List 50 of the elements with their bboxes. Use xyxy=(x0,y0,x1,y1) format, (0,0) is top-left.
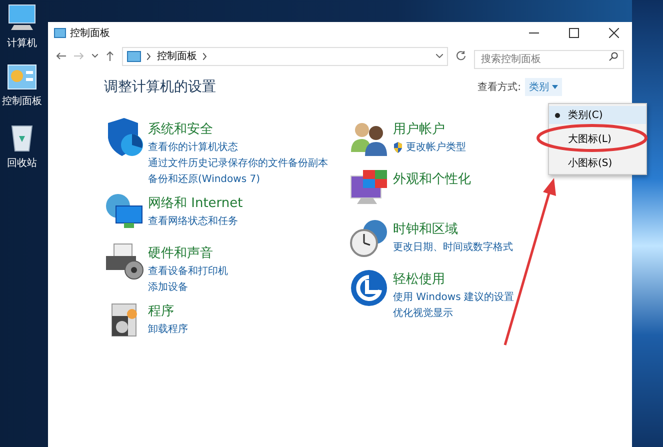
uac-shield-icon xyxy=(393,142,403,152)
chevron-icon xyxy=(147,52,151,60)
task-link[interactable]: 查看设备和打印机 xyxy=(148,264,349,278)
view-by-label: 查看方式: xyxy=(478,80,521,94)
up-arrow-icon[interactable] xyxy=(106,51,114,61)
clock-globe-icon xyxy=(349,218,389,258)
maximize-icon xyxy=(569,28,579,38)
task-link[interactable]: 通过文件历史记录保存你的文件备份副本 xyxy=(148,156,349,170)
task-link[interactable]: 卸载程序 xyxy=(148,322,349,336)
chevron-icon xyxy=(203,52,207,60)
desktop-icon-label[interactable]: 控制面板 xyxy=(2,94,42,108)
desktop-icon-label[interactable]: 回收站 xyxy=(7,156,37,170)
dropdown-caret-icon[interactable] xyxy=(436,54,443,58)
task-link[interactable]: 备份和还原(Windows 7) xyxy=(148,172,349,186)
category-title-link[interactable]: 网络和 Internet xyxy=(148,194,243,212)
menu-item[interactable]: 小图标(S) xyxy=(549,154,646,172)
control-panel-icon xyxy=(127,50,141,62)
category-title-link[interactable]: 硬件和声音 xyxy=(148,244,213,262)
task-link[interactable]: 使用 Windows 建议的设置 xyxy=(393,290,594,304)
control-panel-icon xyxy=(7,64,37,90)
category-title-link[interactable]: 系统和安全 xyxy=(148,120,213,138)
refresh-icon[interactable] xyxy=(456,51,466,61)
printer-icon xyxy=(104,242,144,282)
control-panel-icon xyxy=(54,28,66,38)
task-link[interactable]: 查看你的计算机状态 xyxy=(148,140,349,154)
menu-item[interactable]: 类别(C) xyxy=(549,106,646,124)
category-title-link[interactable]: 外观和个性化 xyxy=(393,170,471,188)
category-title-link[interactable]: 时钟和区域 xyxy=(393,220,458,238)
window-title: 控制面板 xyxy=(70,26,111,40)
task-link[interactable]: 优化视觉显示 xyxy=(393,306,594,320)
breadcrumb-item[interactable]: 控制面板 xyxy=(157,49,197,63)
task-link[interactable]: 查看网络状态和任务 xyxy=(148,214,349,228)
category-title-link[interactable]: 程序 xyxy=(148,302,174,320)
category-title-link[interactable]: 轻松使用 xyxy=(393,270,445,288)
task-link[interactable]: 添加设备 xyxy=(148,280,349,294)
menu-item[interactable]: 大图标(L) xyxy=(549,130,646,148)
monitor-icon xyxy=(7,4,37,32)
search-field[interactable]: 搜索控制面板 xyxy=(474,50,624,68)
desktop-icon-label[interactable]: 计算机 xyxy=(7,36,37,50)
category-title-link[interactable]: 用户帐户 xyxy=(393,120,445,138)
address-bar[interactable]: 控制面板 xyxy=(122,46,448,66)
view-by-dropdown[interactable]: 类别 xyxy=(525,78,562,96)
back-arrow-icon[interactable] xyxy=(56,52,66,60)
caret-icon xyxy=(552,85,558,90)
dropdown-caret-icon[interactable] xyxy=(92,54,98,58)
page-heading: 调整计算机的设置 xyxy=(104,78,217,96)
task-link[interactable]: 更改日期、时间或数字格式 xyxy=(393,240,594,254)
search-icon xyxy=(609,52,618,60)
ease-of-access-icon xyxy=(349,268,389,308)
close-icon xyxy=(609,28,619,38)
